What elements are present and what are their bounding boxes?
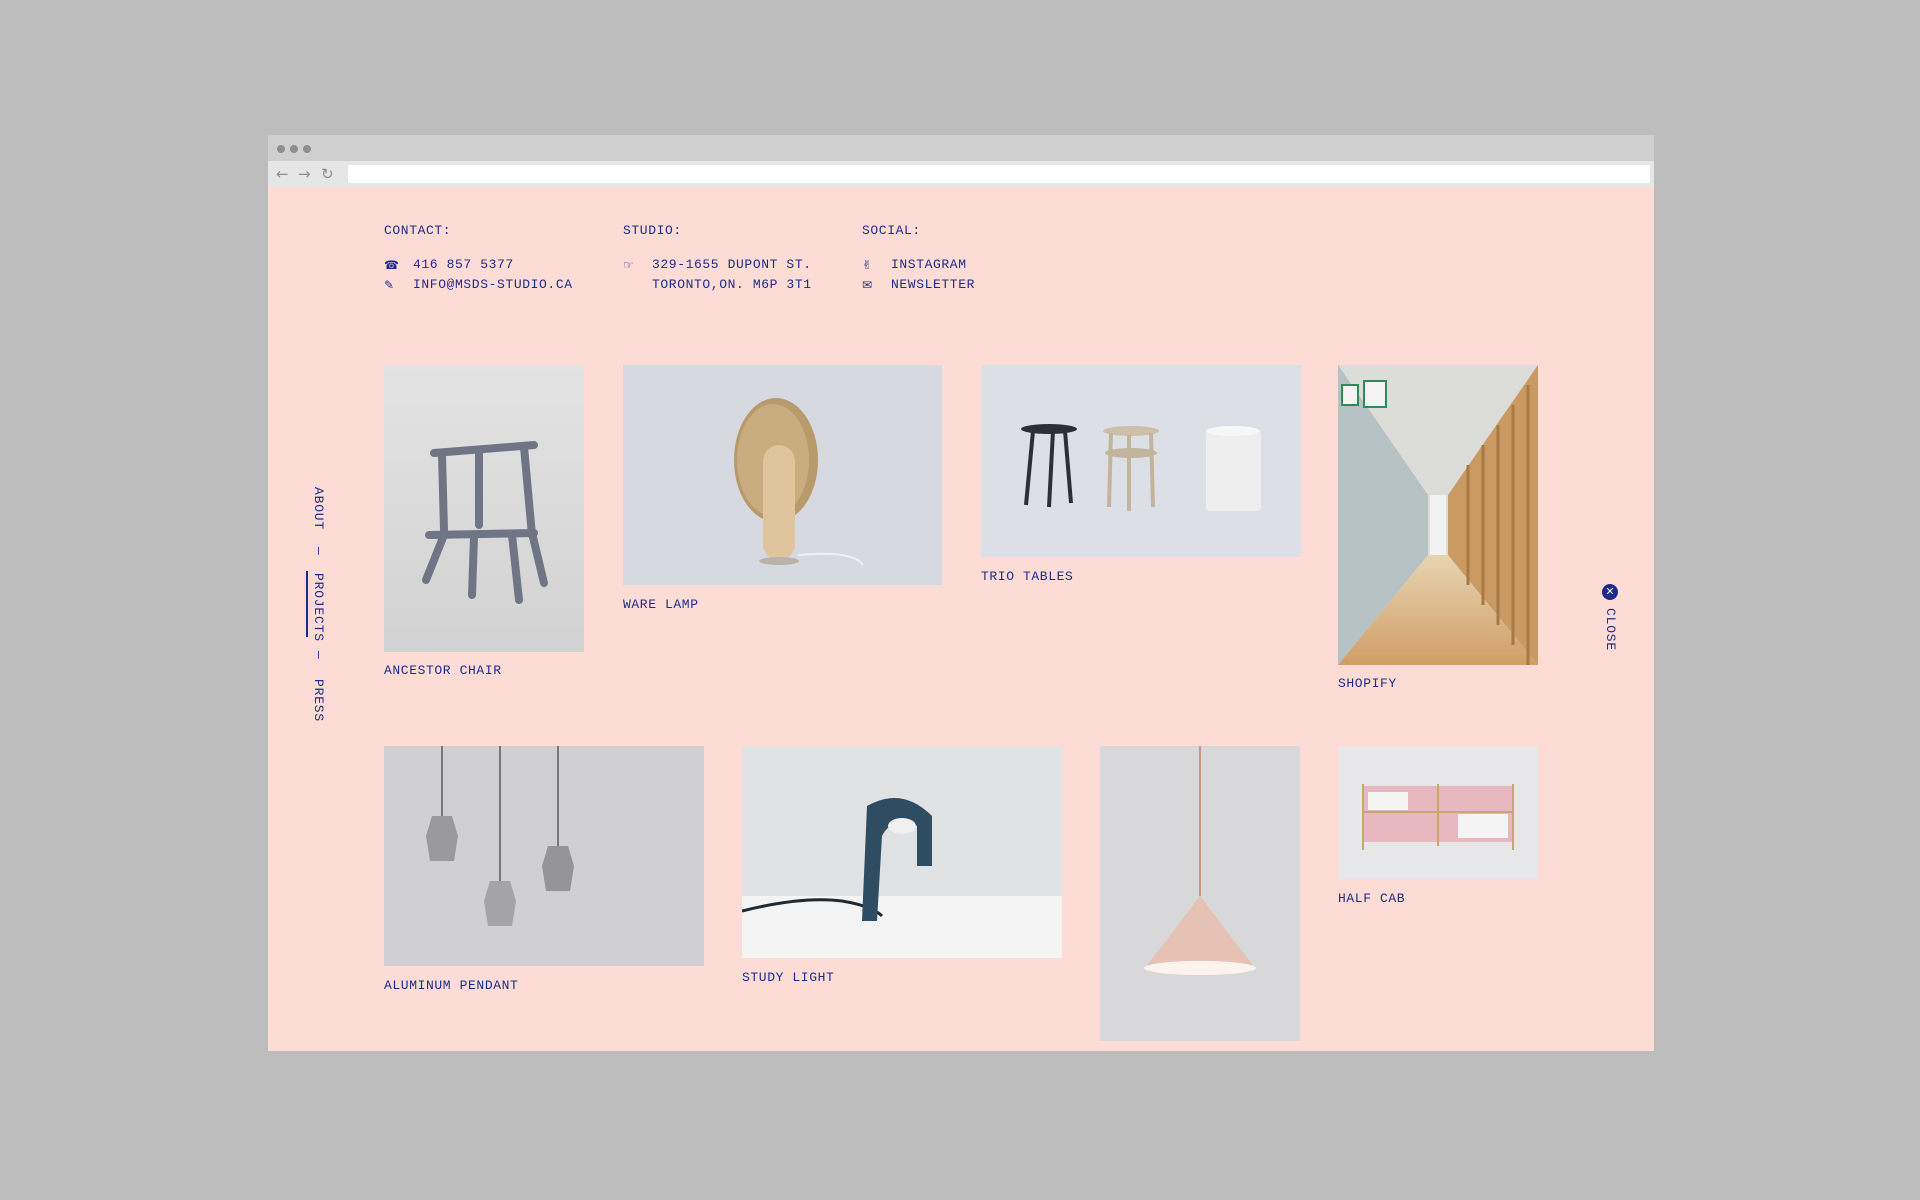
address-line1-text: 329-1655 DUPONT ST. — [652, 257, 812, 272]
project-image-half-cab[interactable] — [1338, 746, 1538, 879]
studio-address-line2: TORONTO,ON. M6P 3T1 — [623, 275, 812, 295]
back-arrow-icon[interactable]: ← — [276, 165, 289, 183]
project-image-ware-lamp[interactable] — [623, 365, 942, 585]
project-image-cone-pendant[interactable] — [1100, 746, 1300, 1041]
nav-separator: — — [311, 547, 326, 556]
address-bar[interactable] — [348, 165, 1650, 183]
project-image-study-light[interactable] — [742, 746, 1062, 958]
nav-separator: — — [311, 651, 326, 660]
vertical-nav: ABOUT — PROJECTS — PRESS — [306, 487, 328, 787]
phone-icon: ☎ — [384, 258, 400, 272]
project-caption[interactable]: SHOPIFY — [1338, 676, 1397, 691]
project-caption[interactable]: ANCESTOR CHAIR — [384, 663, 502, 678]
project-caption[interactable]: ALUMINUM PENDANT — [384, 978, 518, 993]
email-text: INFO@MSDS-STUDIO.CA — [413, 277, 573, 292]
close-label[interactable]: CLOSE — [1601, 608, 1619, 651]
social-section: SOCIAL: ✌ INSTAGRAM ✉ NEWSLETTER — [862, 221, 975, 295]
pointing-hand-icon: ☞ — [623, 258, 635, 272]
contact-phone[interactable]: ☎ 416 857 5377 — [384, 255, 573, 275]
pendant-lights-illustration — [384, 746, 704, 966]
nav-press[interactable]: PRESS — [308, 679, 328, 722]
project-caption[interactable]: WARE LAMP — [623, 597, 699, 612]
window-dot-close[interactable] — [277, 145, 285, 153]
project-caption[interactable]: TRIO TABLES — [981, 569, 1073, 584]
project-image-trio-tables[interactable] — [981, 365, 1301, 557]
contact-heading: CONTACT: — [384, 223, 452, 238]
envelope-icon: ✉ — [862, 278, 873, 292]
contact-section: CONTACT: ☎ 416 857 5377 ✎ INFO@MSDS-STUD… — [384, 221, 573, 295]
studio-address-line1[interactable]: ☞ 329-1655 DUPONT ST. — [623, 255, 812, 275]
contact-email[interactable]: ✎ INFO@MSDS-STUDIO.CA — [384, 275, 573, 295]
newsletter-text: NEWSLETTER — [891, 277, 976, 292]
cone-pendant-illustration — [1100, 746, 1300, 1041]
project-image-aluminum-pendant[interactable] — [384, 746, 704, 966]
lamp-illustration — [623, 365, 942, 585]
forward-arrow-icon[interactable]: → — [298, 165, 311, 183]
reload-icon[interactable]: ↻ — [321, 165, 334, 183]
window-dot-maximize[interactable] — [303, 145, 311, 153]
project-image-ancestor-chair[interactable] — [384, 365, 584, 652]
chair-illustration — [384, 365, 584, 652]
project-image-shopify[interactable] — [1338, 365, 1538, 665]
browser-toolbar: ← → ↻ — [268, 161, 1654, 187]
pencil-icon: ✎ — [384, 278, 395, 292]
browser-titlebar — [268, 135, 1654, 161]
office-corridor-illustration — [1338, 365, 1538, 665]
address-line2-text: TORONTO,ON. M6P 3T1 — [652, 277, 812, 292]
half-cab-illustration — [1338, 746, 1538, 879]
browser-window: ← → ↻ CONTACT: ☎ 416 857 5377 ✎ INFO@MSD… — [268, 135, 1654, 1051]
project-caption[interactable]: STUDY LIGHT — [742, 970, 834, 985]
social-instagram-link[interactable]: ✌ INSTAGRAM — [862, 255, 975, 275]
hand-icon: ✌ — [862, 258, 873, 272]
studio-heading: STUDIO: — [623, 223, 682, 238]
study-light-illustration — [742, 746, 1062, 958]
phone-text: 416 857 5377 — [413, 257, 514, 272]
instagram-text: INSTAGRAM — [891, 257, 967, 272]
close-icon[interactable]: ✕ — [1602, 584, 1618, 600]
social-heading: SOCIAL: — [862, 223, 921, 238]
window-dot-minimize[interactable] — [290, 145, 298, 153]
studio-section: STUDIO: ☞ 329-1655 DUPONT ST. TORONTO,ON… — [623, 221, 812, 295]
nav-projects[interactable]: PROJECTS — [308, 573, 328, 642]
tables-illustration — [981, 365, 1301, 557]
nav-about[interactable]: ABOUT — [308, 487, 328, 530]
social-newsletter-link[interactable]: ✉ NEWSLETTER — [862, 275, 975, 295]
project-caption[interactable]: HALF CAB — [1338, 891, 1405, 906]
